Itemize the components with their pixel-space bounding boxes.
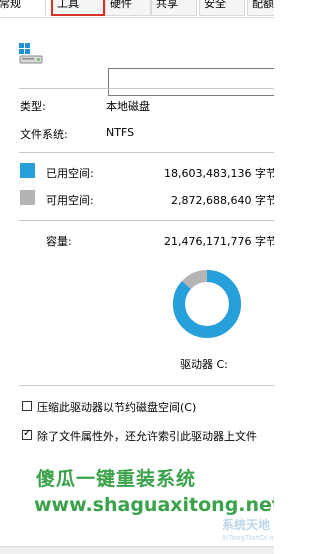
divider <box>19 152 274 153</box>
free-space-swatch <box>20 190 35 205</box>
file-system-value: NTFS <box>106 126 135 139</box>
drive-name-input[interactable] <box>108 68 274 96</box>
tab-sharing[interactable]: 共享 <box>151 0 197 16</box>
watermark-title: 傻瓜一键重装系统 <box>36 468 197 490</box>
drive-properties-dialog: 常规 工具 硬件 共享 安全 配额 类型: 本地磁盘 文件系统: NTFS 已用… <box>0 0 274 554</box>
tab-general[interactable]: 常规 <box>0 0 46 16</box>
watermark-brand-name: 系统天地 <box>222 518 271 532</box>
drive-icon <box>19 43 43 64</box>
capacity-label: 容量: <box>46 235 72 248</box>
drive-label: 驱动器 C: <box>180 358 228 371</box>
compress-label[interactable]: 压缩此驱动器以节约磁盘空间(C) <box>37 399 196 415</box>
tab-hardware[interactable]: 硬件 <box>105 0 151 16</box>
check-icon: ✓ <box>23 428 32 439</box>
divider <box>19 385 274 386</box>
watermark-brand: 系统天地 XiTongTianDi.net <box>222 514 274 550</box>
index-checkbox[interactable]: ✓ <box>22 428 32 440</box>
tab-strip: 常规 工具 硬件 共享 安全 配额 <box>0 0 274 18</box>
divider <box>19 88 274 89</box>
type-value: 本地磁盘 <box>106 100 150 113</box>
tab-security[interactable]: 安全 <box>199 0 245 16</box>
watermark-url: www.shaguaxitong.net <box>34 494 274 516</box>
watermark-brand-sub: XiTongTianDi.net <box>222 534 274 542</box>
tab-tools[interactable]: 工具 <box>51 0 105 16</box>
file-system-label: 文件系统: <box>20 128 68 141</box>
used-space-label: 已用空间: <box>46 167 94 180</box>
type-label: 类型: <box>20 100 46 113</box>
tab-quota[interactable]: 配额 <box>247 0 274 16</box>
usage-donut-chart <box>173 270 241 338</box>
compress-checkbox[interactable] <box>22 401 32 411</box>
free-space-label: 可用空间: <box>46 194 94 207</box>
capacity-value: 21,476,171,776 字节 <box>164 235 274 248</box>
used-space-value: 18,603,483,136 字节 <box>164 167 274 180</box>
free-space-value: 2,872,688,640 字节 <box>171 194 274 207</box>
used-space-swatch <box>20 163 35 178</box>
dialog-bottom-edge <box>0 546 274 554</box>
divider <box>19 220 274 221</box>
index-label[interactable]: 除了文件属性外，还允许索引此驱动器上文件 <box>37 428 257 444</box>
